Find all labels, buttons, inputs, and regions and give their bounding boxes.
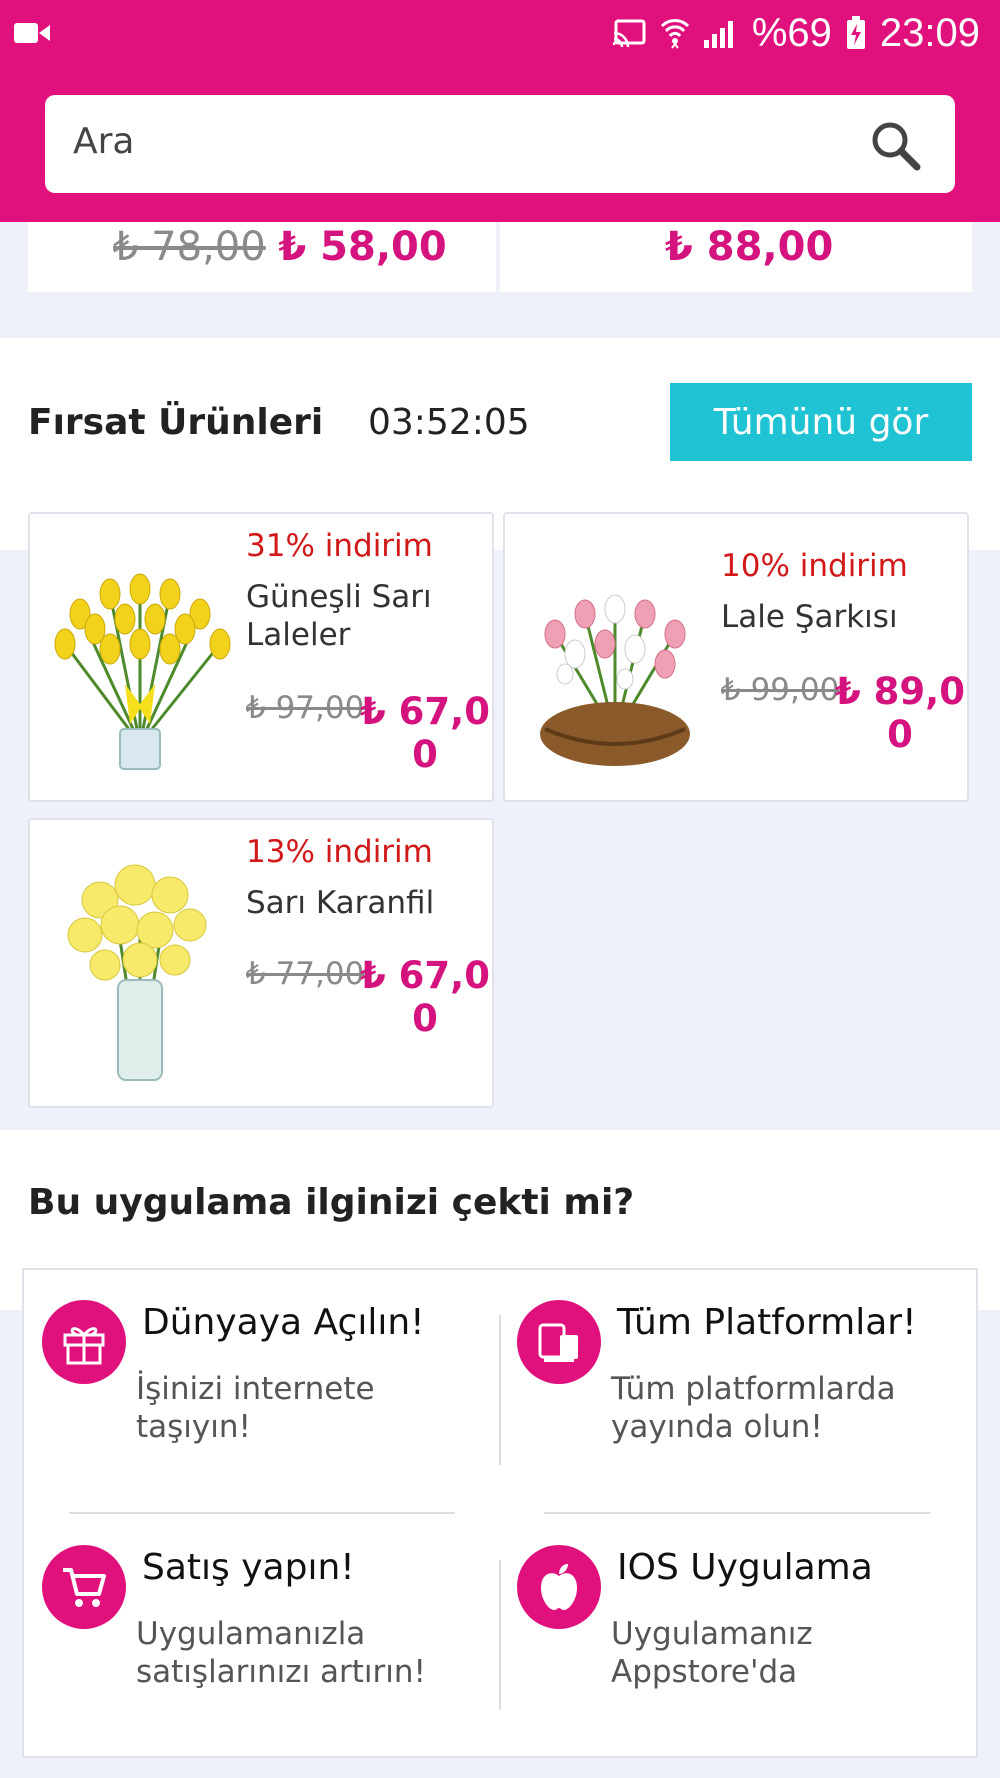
- new-price: ₺ 88,00: [665, 224, 834, 270]
- product-image: [54, 573, 231, 770]
- search-bar[interactable]: Ara: [45, 95, 955, 193]
- gift-icon: [42, 1300, 126, 1384]
- feature-item: Satış yapın! Uygulamanızla satışlarınızı…: [24, 1515, 494, 1745]
- product-card-partial[interactable]: ₺ 78,00 ₺ 58,00: [28, 222, 496, 292]
- divider: [69, 1512, 455, 1514]
- new-price: ₺ 89,00: [835, 670, 965, 756]
- status-bar: %69 23:09: [0, 0, 1000, 66]
- app-header: %69 23:09 Ara: [0, 0, 1000, 222]
- section-title: Fırsat Ürünleri: [28, 402, 324, 443]
- features-panel: Dünyaya Açılın! İşinizi internete taşıyı…: [22, 1268, 978, 1758]
- discount-label: 31% indirim: [246, 528, 433, 564]
- feature-description: Tüm platformlarda yayında olun!: [611, 1371, 896, 1445]
- feature-description: Uygulamanızla satışlarınızı artırın!: [136, 1616, 426, 1690]
- devices-icon: [517, 1300, 601, 1384]
- feature-item: Tüm Platformlar! Tüm platformlarda yayın…: [499, 1270, 969, 1500]
- feature-item: Dünyaya Açılın! İşinizi internete taşıyı…: [24, 1270, 494, 1500]
- search-icon[interactable]: [869, 119, 921, 171]
- section-title: Bu uygulama ilginizi çekti mi?: [28, 1182, 635, 1223]
- new-price: ₺ 67,00: [360, 954, 490, 1040]
- signal-icon: [703, 21, 733, 48]
- old-price: ₺ 99,00: [721, 672, 840, 708]
- old-price: ₺ 78,00: [113, 224, 266, 270]
- feature-description: Uygulamanız Appstore'da: [611, 1616, 813, 1690]
- wifi-icon: [660, 19, 689, 49]
- old-price: ₺ 97,00: [246, 690, 365, 726]
- battery-icon: [846, 16, 865, 49]
- product-name: Lale Şarkısı: [721, 599, 898, 635]
- new-price: ₺ 58,00: [278, 224, 447, 270]
- search-input[interactable]: Ara: [73, 121, 135, 162]
- product-card[interactable]: 31% indirim Güneşli Sarı Laleler ₺ 97,00…: [28, 512, 494, 802]
- product-card[interactable]: 10% indirim Lale Şarkısı ₺ 99,00 ₺ 89,00: [503, 512, 969, 802]
- product-image: [540, 594, 690, 766]
- feature-title: IOS Uygulama: [617, 1547, 873, 1588]
- new-price: ₺ 67,00: [360, 690, 490, 776]
- feature-title: Tüm Platformlar!: [617, 1302, 917, 1343]
- discount-label: 10% indirim: [721, 548, 908, 584]
- countdown-timer: 03:52:05: [368, 402, 530, 443]
- cast-icon: [612, 19, 646, 47]
- discount-label: 13% indirim: [246, 834, 433, 870]
- product-card[interactable]: 13% indirim Sarı Karanfil ₺ 77,00 ₺ 67,0…: [28, 818, 494, 1108]
- battery-percent: %69: [751, 10, 832, 55]
- video-icon: [14, 23, 50, 43]
- feature-title: Satış yapın!: [142, 1547, 355, 1588]
- product-image: [67, 864, 207, 1081]
- cart-icon: [42, 1545, 126, 1629]
- divider: [544, 1512, 930, 1514]
- feature-item: IOS Uygulama Uygulamanız Appstore'da: [499, 1515, 969, 1745]
- old-price: ₺ 77,00: [246, 956, 365, 992]
- clock: 23:09: [879, 10, 980, 55]
- product-name: Sarı Karanfil: [246, 885, 435, 921]
- apple-icon: [517, 1545, 601, 1629]
- feature-title: Dünyaya Açılın!: [142, 1302, 425, 1343]
- feature-description: İşinizi internete taşıyın!: [136, 1371, 375, 1445]
- product-card-partial[interactable]: ₺ 88,00: [500, 222, 972, 292]
- product-name: Güneşli Sarı Laleler: [246, 579, 432, 653]
- see-all-button[interactable]: Tümünü gör: [670, 383, 972, 461]
